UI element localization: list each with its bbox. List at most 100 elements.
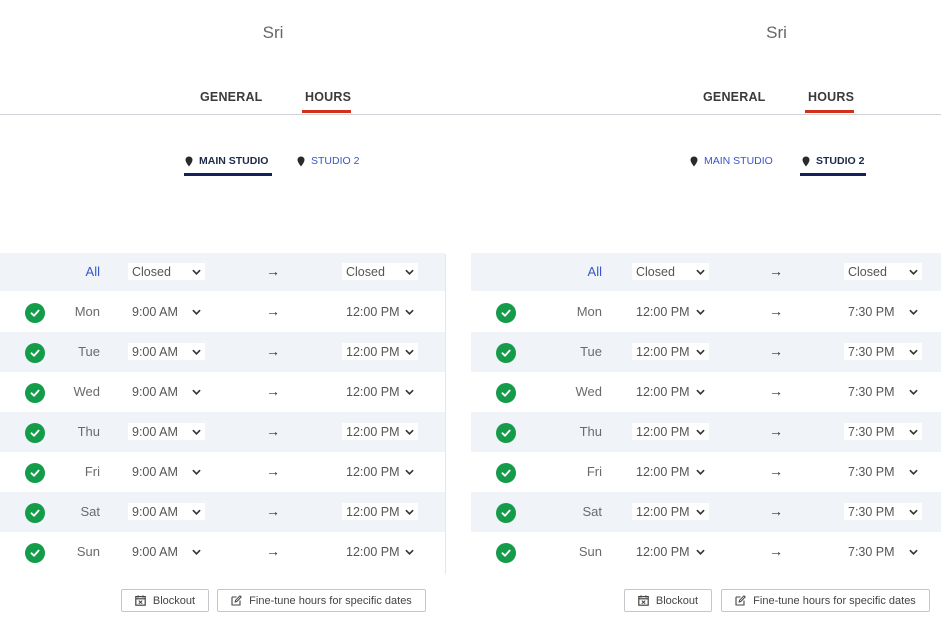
open-time-select[interactable]: Closed xyxy=(632,263,709,280)
open-time-value: 12:00 PM xyxy=(636,544,690,559)
day-row: Mon 9:00 AM → 12:00 PM xyxy=(0,292,445,332)
chevron-down-icon xyxy=(696,309,705,315)
chevron-down-icon xyxy=(405,349,414,355)
close-time-value: 7:30 PM xyxy=(848,464,895,479)
open-time-select[interactable]: 12:00 PM xyxy=(632,423,709,440)
open-time-select[interactable]: 12:00 PM xyxy=(632,383,709,400)
open-time-value: Closed xyxy=(132,264,171,279)
open-time-select[interactable]: 9:00 AM xyxy=(128,503,205,520)
check-icon xyxy=(30,389,40,397)
chevron-down-icon xyxy=(405,549,414,555)
location-label: STUDIO 2 xyxy=(311,155,360,167)
open-time-select[interactable]: 9:00 AM xyxy=(128,423,205,440)
open-time-value: 12:00 PM xyxy=(636,304,690,319)
fine-tune-hours-button[interactable]: Fine-tune hours for specific dates xyxy=(721,589,930,612)
close-time-select[interactable]: 12:00 PM xyxy=(342,343,418,360)
day-row: Thu 12:00 PM → 7:30 PM xyxy=(471,412,941,452)
open-time-select[interactable]: 12:00 PM xyxy=(632,503,709,520)
day-row: Fri 9:00 AM → 12:00 PM xyxy=(0,452,445,492)
open-time-select[interactable]: 12:00 PM xyxy=(632,463,709,480)
open-time-select[interactable]: Closed xyxy=(128,263,205,280)
close-time-select[interactable]: 7:30 PM xyxy=(844,543,922,560)
close-time-select[interactable]: 7:30 PM xyxy=(844,303,922,320)
chevron-down-icon xyxy=(405,309,414,315)
location-tab-studio-2[interactable]: STUDIO 2 xyxy=(297,155,359,167)
day-enabled-checkbox[interactable] xyxy=(25,303,45,323)
chevron-down-icon xyxy=(696,509,705,515)
close-time-select[interactable]: 7:30 PM xyxy=(844,343,922,360)
blockout-button[interactable]: Blockout xyxy=(121,589,209,612)
day-enabled-checkbox[interactable] xyxy=(496,543,516,563)
fine-tune-hours-button[interactable]: Fine-tune hours for specific dates xyxy=(217,589,426,612)
tab-general[interactable]: GENERAL xyxy=(200,90,263,104)
blockout-button[interactable]: Blockout xyxy=(624,589,712,612)
close-time-select[interactable]: 12:00 PM xyxy=(342,303,418,320)
close-time-select[interactable]: 7:30 PM xyxy=(844,503,922,520)
tab-hours[interactable]: HOURS xyxy=(305,90,351,104)
day-enabled-checkbox[interactable] xyxy=(496,303,516,323)
close-time-select[interactable]: 12:00 PM xyxy=(342,423,418,440)
open-time-value: 9:00 AM xyxy=(132,384,178,399)
edit-icon xyxy=(231,595,243,606)
user-name: Sri xyxy=(262,23,284,42)
open-time-select[interactable]: 9:00 AM xyxy=(128,463,205,480)
arrow-right-icon: → xyxy=(769,343,783,359)
arrow-right-icon: → xyxy=(769,463,783,479)
open-time-select[interactable]: 12:00 PM xyxy=(632,543,709,560)
chevron-down-icon xyxy=(909,509,918,515)
day-enabled-checkbox[interactable] xyxy=(25,543,45,563)
day-label: Sun xyxy=(76,544,100,559)
close-time-select[interactable]: 7:30 PM xyxy=(844,463,922,480)
open-time-select[interactable]: 9:00 AM xyxy=(128,383,205,400)
close-time-select[interactable]: 7:30 PM xyxy=(844,423,922,440)
close-time-value: 12:00 PM xyxy=(346,384,400,399)
open-time-select[interactable]: 12:00 PM xyxy=(632,303,709,320)
open-time-select[interactable]: 9:00 AM xyxy=(128,303,205,320)
tab-hours[interactable]: HOURS xyxy=(808,90,854,104)
close-time-value: 12:00 PM xyxy=(346,344,400,359)
all-days-label: All xyxy=(85,264,100,279)
close-time-select[interactable]: 12:00 PM xyxy=(342,543,418,560)
close-time-select[interactable]: Closed xyxy=(342,263,418,280)
hours-panel-right: Sri GENERAL HOURS MAIN STUDIO STUDIO 2 All Clo… xyxy=(471,0,941,620)
active-location-indicator xyxy=(800,173,866,176)
close-time-value: 7:30 PM xyxy=(848,384,895,399)
open-time-select[interactable]: 9:00 AM xyxy=(128,543,205,560)
open-time-value: 12:00 PM xyxy=(636,344,690,359)
open-time-select[interactable]: 9:00 AM xyxy=(128,343,205,360)
check-icon xyxy=(501,549,511,557)
day-enabled-checkbox[interactable] xyxy=(25,423,45,443)
open-time-select[interactable]: 12:00 PM xyxy=(632,343,709,360)
day-enabled-checkbox[interactable] xyxy=(496,343,516,363)
chevron-down-icon xyxy=(696,469,705,475)
close-time-select[interactable]: 12:00 PM xyxy=(342,503,418,520)
location-tab-main-studio[interactable]: MAIN STUDIO xyxy=(690,155,773,167)
close-time-select[interactable]: 12:00 PM xyxy=(342,383,418,400)
close-time-select[interactable]: Closed xyxy=(844,263,922,280)
chevron-down-icon xyxy=(192,429,201,435)
day-enabled-checkbox[interactable] xyxy=(25,343,45,363)
day-enabled-checkbox[interactable] xyxy=(25,383,45,403)
open-time-value: 12:00 PM xyxy=(636,384,690,399)
chevron-down-icon xyxy=(405,429,414,435)
location-tab-studio-2[interactable]: STUDIO 2 xyxy=(802,155,864,167)
close-time-value: 12:00 PM xyxy=(346,504,400,519)
location-label: MAIN STUDIO xyxy=(199,155,269,167)
location-tab-main-studio[interactable]: MAIN STUDIO xyxy=(185,155,268,167)
arrow-right-icon: → xyxy=(769,263,783,279)
day-label: Tue xyxy=(78,344,100,359)
open-time-value: 9:00 AM xyxy=(132,464,178,479)
chevron-down-icon xyxy=(192,509,201,515)
day-enabled-checkbox[interactable] xyxy=(25,463,45,483)
day-enabled-checkbox[interactable] xyxy=(496,503,516,523)
day-enabled-checkbox[interactable] xyxy=(496,463,516,483)
day-enabled-checkbox[interactable] xyxy=(25,503,45,523)
close-time-select[interactable]: 12:00 PM xyxy=(342,463,418,480)
day-enabled-checkbox[interactable] xyxy=(496,423,516,443)
day-label: Mon xyxy=(74,304,100,319)
chevron-down-icon xyxy=(696,269,705,275)
close-time-select[interactable]: 7:30 PM xyxy=(844,383,922,400)
day-label: Thu xyxy=(579,424,602,439)
tab-general[interactable]: GENERAL xyxy=(703,90,766,104)
day-enabled-checkbox[interactable] xyxy=(496,383,516,403)
